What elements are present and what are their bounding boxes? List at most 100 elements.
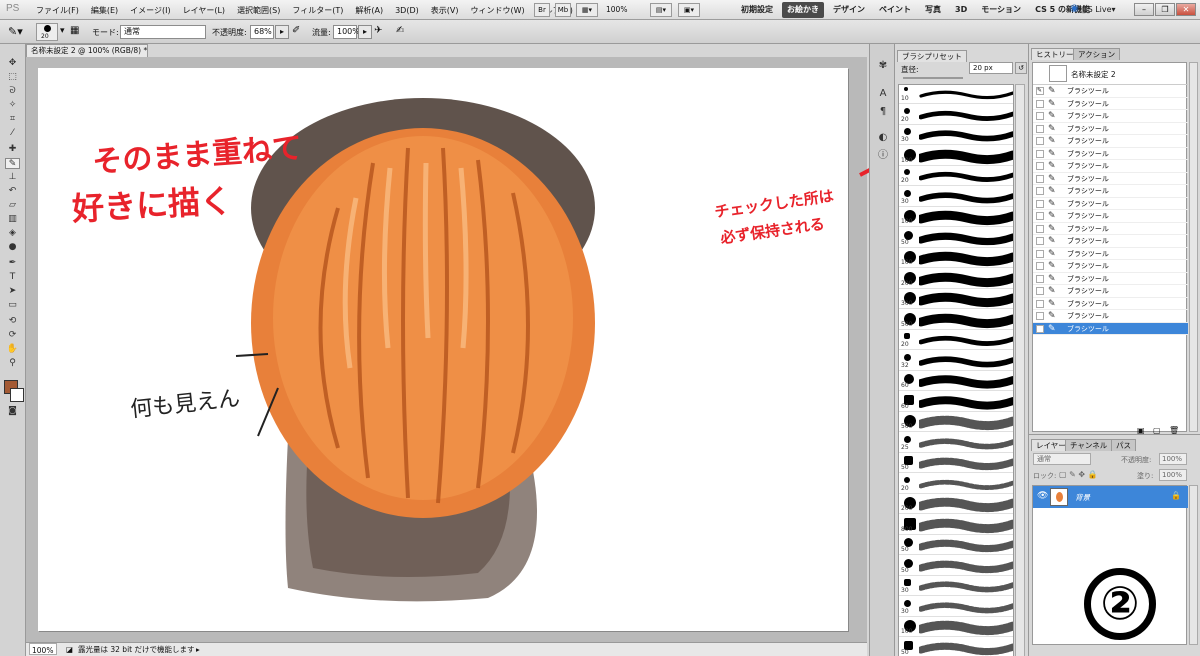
diameter-slider[interactable] xyxy=(903,77,963,79)
history-item[interactable]: ✎ ブラシツール xyxy=(1033,223,1188,235)
3d-rotate-tool-icon[interactable]: ⟲ xyxy=(5,316,20,327)
tab-channels[interactable]: チャンネル xyxy=(1065,439,1113,451)
background-color-swatch[interactable] xyxy=(10,388,24,402)
diameter-field[interactable]: 20 px xyxy=(969,62,1013,74)
stamp-tool-icon[interactable]: ⊥ xyxy=(5,172,20,183)
history-item[interactable]: ✎ ブラシツール xyxy=(1033,248,1188,260)
history-item[interactable]: ✎ ブラシツール xyxy=(1033,285,1188,298)
brush-preset-item[interactable]: 30 xyxy=(899,577,1013,596)
history-item[interactable]: ✎ ブラシツール xyxy=(1033,310,1188,323)
pressure-opacity-icon[interactable]: ✐ xyxy=(292,25,300,36)
eye-icon[interactable]: 👁 xyxy=(1037,491,1048,501)
brush-panel-toggle-icon[interactable]: ▦ xyxy=(70,25,79,36)
crop-tool-icon[interactable]: ⌗ xyxy=(5,114,20,125)
history-item[interactable]: ✎ ブラシツール xyxy=(1033,198,1188,210)
brush-preset-item[interactable]: 25 xyxy=(899,434,1013,453)
history-item[interactable]: ✎ ブラシツール xyxy=(1033,273,1188,285)
blend-mode-select[interactable]: 通常 xyxy=(1033,453,1091,465)
brush-preset-item[interactable]: 20 xyxy=(899,167,1013,186)
history-snapshot[interactable]: 名称未設定 2 xyxy=(1033,63,1188,85)
3d-orbit-tool-icon[interactable]: ⟳ xyxy=(5,330,20,341)
path-select-tool-icon[interactable]: ➤ xyxy=(5,286,20,297)
tab-brush-presets[interactable]: ブラシプリセット xyxy=(897,50,967,62)
brush-preset-item[interactable]: 50 xyxy=(899,557,1013,576)
history-item[interactable]: ✎ ブラシツール xyxy=(1033,160,1188,173)
move-tool-icon[interactable]: ✥ xyxy=(5,58,20,69)
history-source-checkbox[interactable] xyxy=(1036,112,1044,120)
eraser-tool-icon[interactable]: ▱ xyxy=(5,200,20,211)
brush-preset-item[interactable]: 30 xyxy=(899,126,1013,145)
menu-file[interactable]: ファイル(F) xyxy=(30,5,85,16)
history-item[interactable]: ✎ ブラシツール xyxy=(1033,298,1188,310)
brush-preset-item[interactable]: 100 xyxy=(899,208,1013,227)
flow-field[interactable]: 100% xyxy=(333,25,360,39)
type-tool-icon[interactable]: T xyxy=(5,272,20,283)
menu-layer[interactable]: レイヤー(L) xyxy=(177,5,231,16)
extras-icon[interactable]: ▦▾ xyxy=(576,3,598,17)
eyedropper-tool-icon[interactable]: ⁄ xyxy=(5,128,20,139)
dodge-tool-icon[interactable]: ● xyxy=(5,242,20,253)
opacity-field[interactable]: 68% xyxy=(250,25,274,39)
brush-preset-item[interactable]: 30 xyxy=(899,598,1013,617)
document-tab[interactable]: 名称未設定 2 @ 100% (RGB/8) * xyxy=(26,44,148,57)
history-source-checkbox[interactable] xyxy=(1036,162,1044,170)
menu-edit[interactable]: 編集(E) xyxy=(85,5,124,16)
paragraph-panel-icon[interactable]: ¶ xyxy=(875,104,891,120)
menu-select[interactable]: 選択範囲(S) xyxy=(231,5,286,16)
layers-scrollbar[interactable] xyxy=(1189,485,1198,645)
menu-image[interactable]: イメージ(I) xyxy=(124,5,176,16)
layer-row-background[interactable]: 👁 背景 🔒 xyxy=(1033,486,1188,508)
history-item[interactable]: ✎ ブラシツール xyxy=(1033,260,1188,273)
minibridge-icon[interactable]: Mb xyxy=(555,3,571,17)
pen-tool-icon[interactable]: ✒ xyxy=(5,258,20,269)
reset-brush-icon[interactable]: ↺ xyxy=(1015,62,1027,74)
history-item[interactable]: ✎ ✎ ブラシツール xyxy=(1033,85,1188,98)
brush-preset-item[interactable]: 50 xyxy=(899,639,1013,656)
history-source-checkbox[interactable] xyxy=(1036,274,1044,283)
history-item[interactable]: ✎ ブラシツール xyxy=(1033,173,1188,185)
brush-preset-item[interactable]: 50 xyxy=(899,229,1013,248)
history-source-checkbox[interactable] xyxy=(1036,237,1044,245)
history-item[interactable]: ✎ ブラシツール xyxy=(1033,148,1188,160)
history-item[interactable]: ✎ ブラシツール xyxy=(1033,185,1188,198)
zoom-tool-icon[interactable]: ⚲ xyxy=(5,358,20,369)
hand-tool-icon[interactable]: ✋ xyxy=(5,344,20,355)
history-source-checkbox[interactable] xyxy=(1036,224,1044,233)
menu-3d[interactable]: 3D(D) xyxy=(389,6,425,15)
shape-tool-icon[interactable]: ▭ xyxy=(5,300,20,311)
history-item[interactable]: ✎ ブラシツール xyxy=(1033,322,1188,335)
pressure-size-icon[interactable]: ✍ xyxy=(396,25,404,36)
brush-preset-item[interactable]: 10 xyxy=(899,85,1013,104)
history-source-checkbox[interactable] xyxy=(1036,262,1044,270)
workspace-painting[interactable]: お絵かき xyxy=(782,2,824,18)
brush-preset-item[interactable]: 500 xyxy=(899,311,1013,330)
history-source-checkbox[interactable] xyxy=(1036,199,1044,208)
canvas[interactable]: そのまま重ねて 好きに描く 何も見えん チェックした所は 必ず保持される xyxy=(38,68,848,631)
brush-preset-item[interactable]: 50 xyxy=(899,454,1013,473)
minimize-button[interactable]: – xyxy=(1134,3,1154,16)
history-brush-tool-icon[interactable]: ↶ xyxy=(5,186,20,197)
navigator-panel-icon[interactable]: ◐ xyxy=(875,130,891,146)
mode-select[interactable]: 通常 xyxy=(120,25,206,39)
workspace-motion[interactable]: モーション xyxy=(976,2,1026,18)
brush-preset-item[interactable]: 20 xyxy=(899,331,1013,350)
brush-preset-item[interactable]: 32 xyxy=(899,352,1013,371)
brush-preset-item[interactable]: 100 xyxy=(899,147,1013,166)
brush-preset-item[interactable]: 60 xyxy=(899,372,1013,391)
brush-preset-item[interactable]: 200 xyxy=(899,495,1013,514)
workspace-design[interactable]: デザイン xyxy=(828,2,870,18)
tab-paths[interactable]: パス xyxy=(1111,439,1136,451)
zoom-level[interactable]: 100% xyxy=(606,5,627,14)
cs-live-button[interactable]: CS Live▾ xyxy=(1082,2,1116,18)
menu-window[interactable]: ウィンドウ(W) xyxy=(464,5,530,16)
brush-panel-icon[interactable]: ✾ xyxy=(875,58,891,74)
history-source-checkbox[interactable]: ✎ xyxy=(1036,87,1044,95)
tab-history[interactable]: ヒストリー xyxy=(1031,48,1079,60)
status-menu-icon[interactable]: ▸ xyxy=(196,643,200,656)
blur-tool-icon[interactable]: ◈ xyxy=(5,228,20,239)
lock-icons[interactable]: ▢ ✎ ✥ 🔒 xyxy=(1059,470,1098,479)
tab-actions[interactable]: アクション xyxy=(1073,48,1121,60)
brush-preset-item[interactable]: 500 xyxy=(899,413,1013,432)
brush-list-scrollbar[interactable] xyxy=(1015,84,1025,656)
history-source-checkbox[interactable] xyxy=(1036,212,1044,220)
